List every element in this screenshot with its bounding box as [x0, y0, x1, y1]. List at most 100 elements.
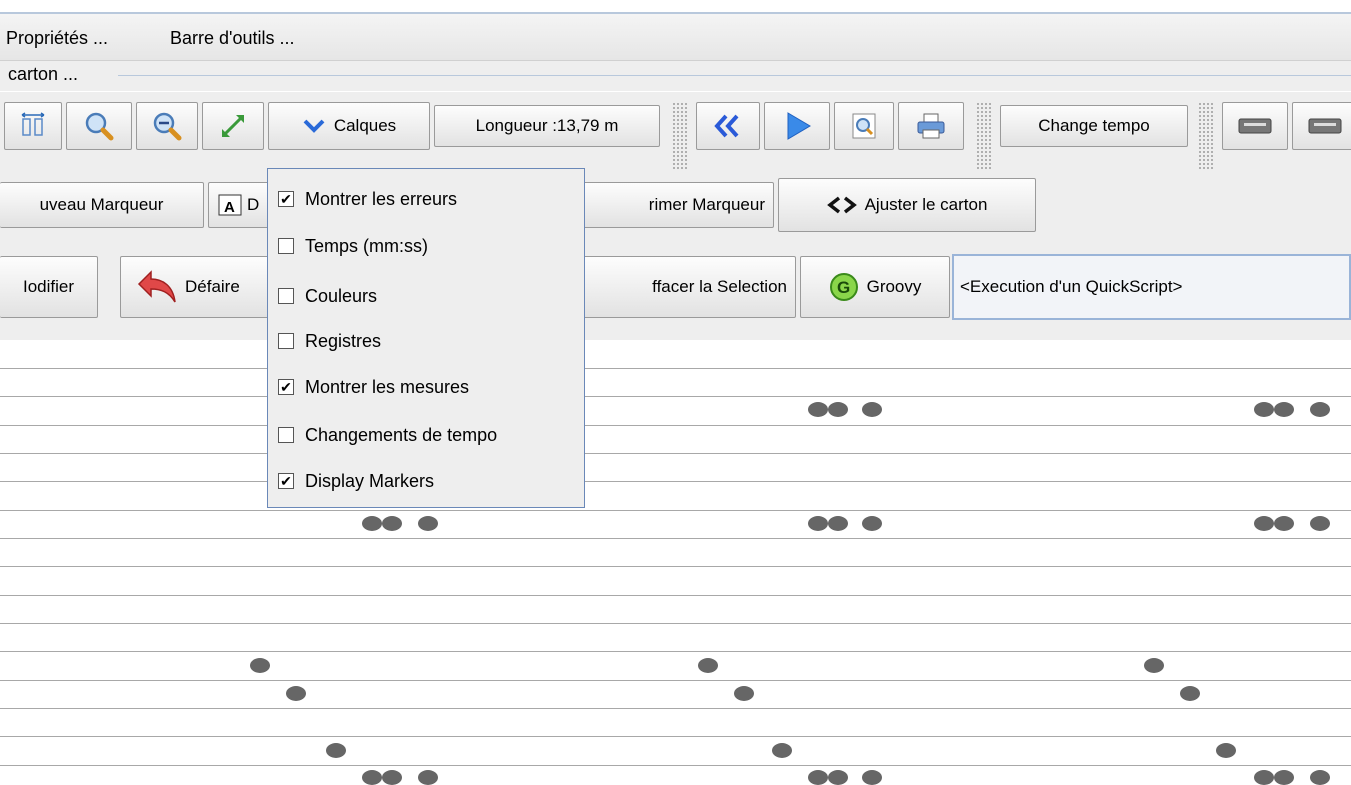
device-button-1[interactable] — [1222, 102, 1288, 150]
layers-menu-item-time[interactable]: Temps (mm:ss) — [278, 231, 428, 261]
note-hole[interactable] — [1310, 402, 1330, 417]
note-hole[interactable] — [698, 658, 718, 673]
note-hole[interactable] — [1180, 686, 1200, 701]
note-hole[interactable] — [1274, 402, 1294, 417]
toolbar-grip[interactable] — [672, 102, 688, 170]
layers-menu-item-measures[interactable]: ✔ Montrer les mesures — [278, 372, 469, 402]
checkbox-errors[interactable]: ✔ — [278, 191, 294, 207]
zoom-out-icon — [153, 112, 182, 141]
layers-menu-item-markers[interactable]: ✔ Display Markers — [278, 466, 434, 496]
quickscript-combo[interactable]: <Execution d'un QuickScript> — [952, 254, 1351, 320]
modify-label: Iodifier — [22, 277, 75, 296]
svg-text:G: G — [837, 278, 850, 297]
fit-width-button[interactable] — [4, 102, 62, 150]
note-hole[interactable] — [862, 516, 882, 531]
layers-menu-item-registers[interactable]: Registres — [278, 326, 381, 356]
new-marker-label: uveau Marqueur — [39, 195, 164, 214]
note-hole[interactable] — [862, 402, 882, 417]
staff-line — [0, 765, 1351, 766]
checkbox-colors[interactable] — [278, 288, 294, 304]
note-hole[interactable] — [1274, 516, 1294, 531]
layers-menu-item-tempo[interactable]: Changements de tempo — [278, 420, 497, 450]
toolbar-grip-2[interactable] — [976, 102, 992, 170]
marker-toolbar: uveau Marqueur A D rimer Marqueur Ajuste… — [0, 172, 1351, 250]
menu-toolbars[interactable]: Barre d'outils ... — [170, 28, 295, 49]
note-hole[interactable] — [808, 770, 828, 785]
note-hole[interactable] — [418, 516, 438, 531]
preview-button[interactable] — [834, 102, 894, 150]
length-label: Longueur :13,79 m — [475, 116, 619, 135]
checkbox-measures[interactable]: ✔ — [278, 379, 294, 395]
note-hole[interactable] — [1310, 770, 1330, 785]
groovy-button[interactable]: G Groovy — [800, 256, 950, 318]
play-button[interactable] — [764, 102, 830, 150]
note-hole[interactable] — [1254, 770, 1274, 785]
layers-dropdown-button[interactable]: Calques — [268, 102, 430, 150]
zoom-out-button[interactable] — [136, 102, 198, 150]
checkbox-time[interactable] — [278, 238, 294, 254]
layers-menu-item-label: Montrer les mesures — [305, 376, 470, 397]
note-hole[interactable] — [808, 516, 828, 531]
groovy-icon: G — [829, 273, 858, 301]
chevron-down-icon — [303, 119, 325, 133]
clear-selection-button[interactable]: ffacer la Selection — [566, 256, 796, 318]
staff-line — [0, 595, 1351, 596]
note-hole[interactable] — [250, 658, 270, 673]
note-hole[interactable] — [828, 402, 848, 417]
note-hole[interactable] — [286, 686, 306, 701]
delete-marker-label: rimer Marqueur — [648, 195, 765, 214]
rewind-button[interactable] — [696, 102, 760, 150]
note-hole[interactable] — [1144, 658, 1164, 673]
modify-button[interactable]: Iodifier — [0, 256, 98, 318]
checkbox-registers[interactable] — [278, 333, 294, 349]
note-hole[interactable] — [1254, 402, 1274, 417]
menu-properties[interactable]: Propriétés ... — [6, 28, 108, 49]
new-marker-button[interactable]: uveau Marqueur — [0, 182, 204, 228]
note-hole[interactable] — [862, 770, 882, 785]
staff-line — [0, 368, 1351, 369]
staff-line — [0, 680, 1351, 681]
layers-menu-item-colors[interactable]: Couleurs — [278, 281, 377, 311]
note-hole[interactable] — [772, 743, 792, 758]
zoom-in-button[interactable] — [66, 102, 132, 150]
undo-button[interactable]: Défaire — [120, 256, 270, 318]
fit-carton-button[interactable]: Ajuster le carton — [778, 178, 1036, 232]
score-area[interactable] — [0, 340, 1351, 785]
double-chevron-left-icon — [714, 114, 739, 138]
staff-line — [0, 538, 1351, 539]
quickscript-value: <Execution d'un QuickScript> — [960, 277, 1183, 296]
staff-line — [0, 566, 1351, 567]
checkbox-tempo[interactable] — [278, 427, 294, 443]
note-hole[interactable] — [808, 402, 828, 417]
layers-menu-item-label: Registres — [305, 330, 382, 351]
edit-marker-label: D — [247, 195, 260, 214]
note-hole[interactable] — [734, 686, 754, 701]
layers-label: Calques — [333, 116, 397, 135]
note-hole[interactable] — [362, 516, 382, 531]
length-display: Longueur :13,79 m — [434, 105, 660, 147]
note-hole[interactable] — [1254, 516, 1274, 531]
fullscreen-button[interactable] — [202, 102, 264, 150]
delete-marker-button[interactable]: rimer Marqueur — [560, 182, 774, 228]
carton-group: carton ... — [0, 61, 1351, 91]
note-hole[interactable] — [828, 516, 848, 531]
layers-menu-item-errors[interactable]: ✔ Montrer les erreurs — [278, 184, 457, 214]
checkbox-markers[interactable]: ✔ — [278, 473, 294, 489]
staff-line — [0, 651, 1351, 652]
carton-group-label: carton ... — [8, 64, 79, 84]
note-hole[interactable] — [1274, 770, 1294, 785]
note-hole[interactable] — [382, 770, 402, 785]
change-tempo-button[interactable]: Change tempo — [1000, 105, 1188, 147]
device-icon-2 — [1308, 118, 1342, 134]
note-hole[interactable] — [326, 743, 346, 758]
toolbar-grip-3[interactable] — [1198, 102, 1214, 170]
device-button-2[interactable] — [1292, 102, 1351, 150]
note-hole[interactable] — [362, 770, 382, 785]
note-hole[interactable] — [382, 516, 402, 531]
print-button[interactable] — [898, 102, 964, 150]
note-hole[interactable] — [418, 770, 438, 785]
note-hole[interactable] — [828, 770, 848, 785]
undo-arrow-icon — [137, 270, 176, 303]
note-hole[interactable] — [1310, 516, 1330, 531]
note-hole[interactable] — [1216, 743, 1236, 758]
